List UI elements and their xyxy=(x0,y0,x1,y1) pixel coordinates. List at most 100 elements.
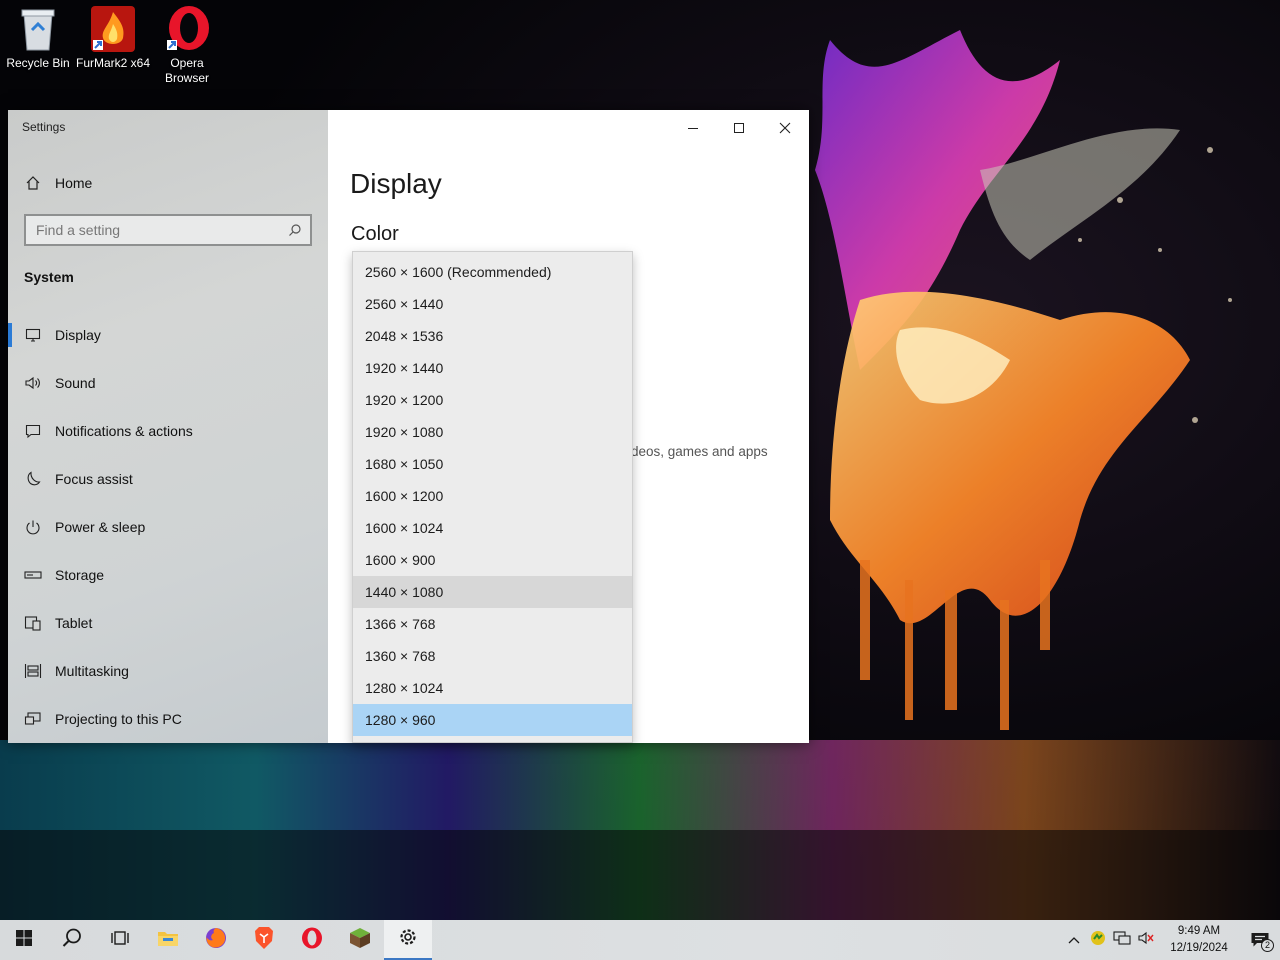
minecraft-icon xyxy=(348,926,372,955)
taskbar: 9:49 AM 12/19/2024 2 xyxy=(0,920,1280,960)
color-section-heading: Color xyxy=(351,223,399,245)
sidebar-item-label: Focus assist xyxy=(55,471,133,487)
resolution-option[interactable]: 2560 × 1440 xyxy=(353,288,632,320)
power-icon xyxy=(23,517,43,537)
sidebar-item-projecting[interactable]: Projecting to this PC xyxy=(8,699,328,739)
sidebar-item-multitasking[interactable]: Multitasking xyxy=(8,651,328,691)
window-title: Settings xyxy=(22,120,66,134)
desktop-icon-label: Recycle Bin xyxy=(6,56,70,70)
tray-app-icon xyxy=(1090,930,1106,951)
settings-taskbar-button[interactable] xyxy=(384,920,432,960)
desktop-icon-label: Opera Browser xyxy=(164,56,209,85)
search-icon xyxy=(288,223,302,240)
resolution-option[interactable]: 1360 × 768 xyxy=(353,640,632,672)
nav-home[interactable]: Home xyxy=(8,163,328,203)
resolution-option[interactable]: 1280 × 1024 xyxy=(353,672,632,704)
monitor-icon xyxy=(23,325,43,345)
sidebar-item-label: Storage xyxy=(55,567,105,583)
tablet-icon xyxy=(23,613,43,633)
notification-count-badge: 2 xyxy=(1260,939,1274,952)
resolution-option[interactable]: 1366 × 768 xyxy=(353,608,632,640)
close-button[interactable] xyxy=(762,114,808,146)
page-title: Display xyxy=(350,168,442,199)
desktop-icon-label: FurMark2 x64 xyxy=(75,56,151,70)
brave-icon xyxy=(253,926,275,955)
tray-app-button[interactable] xyxy=(1086,920,1110,960)
sidebar-item-notifications[interactable]: Notifications & actions xyxy=(8,411,328,451)
close-icon xyxy=(779,121,791,139)
opera-taskbar-button[interactable] xyxy=(288,920,336,960)
sidebar-item-label: Multitasking xyxy=(55,663,129,679)
firefox-icon xyxy=(204,926,228,955)
search-input[interactable]: Find a setting xyxy=(24,214,312,246)
task-view-button[interactable] xyxy=(96,920,144,960)
taskbar-search-button[interactable] xyxy=(48,920,96,960)
settings-gear-icon xyxy=(397,926,419,953)
notification-center-icon: 2 xyxy=(1250,931,1274,952)
show-hidden-icons-button[interactable] xyxy=(1062,920,1086,960)
resolution-option[interactable]: 1920 × 1080 xyxy=(353,416,632,448)
opera-icon xyxy=(163,4,211,54)
network-button[interactable] xyxy=(1110,920,1134,960)
sidebar-item-tablet[interactable]: Tablet xyxy=(8,603,328,643)
firefox-button[interactable] xyxy=(192,920,240,960)
file-explorer-button[interactable] xyxy=(144,920,192,960)
notification-icon xyxy=(23,421,43,441)
desktop-icon-recycle-bin[interactable]: Recycle Bin xyxy=(0,4,76,71)
volume-muted-icon xyxy=(1137,930,1155,951)
resolution-option[interactable]: 1600 × 1024 xyxy=(353,512,632,544)
sidebar-item-display[interactable]: Display xyxy=(8,315,328,355)
clock-date: 12/19/2024 xyxy=(1170,942,1228,954)
action-center-button[interactable]: 2 xyxy=(1240,920,1280,960)
opera-icon xyxy=(300,926,324,955)
nav-section-title: System xyxy=(24,269,74,285)
sidebar-item-sound[interactable]: Sound xyxy=(8,363,328,403)
furmark-icon xyxy=(89,4,137,54)
resolution-dropdown-list[interactable]: 2560 × 1600 (Recommended) 2560 × 1440 2048… xyxy=(352,251,633,743)
task-view-icon xyxy=(110,929,130,952)
nav-home-label: Home xyxy=(55,175,93,191)
sidebar-item-label: Power & sleep xyxy=(55,519,146,535)
sidebar-item-label: Sound xyxy=(55,375,96,391)
brave-button[interactable] xyxy=(240,920,288,960)
resolution-option[interactable]: 2048 × 1536 xyxy=(353,320,632,352)
projector-icon xyxy=(23,709,43,729)
settings-nav-pane: Settings Home Find a setting System Disp… xyxy=(8,110,328,743)
desktop-icon-opera[interactable]: Opera Browser xyxy=(149,4,225,86)
sidebar-item-focus-assist[interactable]: Focus assist xyxy=(8,459,328,499)
resolution-option[interactable]: 1920 × 1200 xyxy=(353,384,632,416)
sidebar-item-label: Notifications & actions xyxy=(55,423,193,439)
sidebar-item-label: Display xyxy=(55,327,101,343)
sidebar-item-power-sleep[interactable]: Power & sleep xyxy=(8,507,328,547)
resolution-option[interactable]: 1600 × 1200 xyxy=(353,480,632,512)
maximize-button[interactable] xyxy=(716,114,762,146)
desktop-icon-furmark[interactable]: FurMark2 x64 xyxy=(75,4,151,71)
taskbar-clock[interactable]: 9:49 AM 12/19/2024 xyxy=(1164,923,1234,957)
minecraft-button[interactable] xyxy=(336,920,384,960)
resolution-option[interactable]: 1600 × 900 xyxy=(353,544,632,576)
start-icon xyxy=(15,929,33,952)
start-button[interactable] xyxy=(0,920,48,960)
system-tray: 9:49 AM 12/19/2024 2 xyxy=(1062,920,1280,960)
sidebar-item-storage[interactable]: Storage xyxy=(8,555,328,595)
search-icon xyxy=(61,927,83,954)
moon-icon xyxy=(23,469,43,489)
settings-window: Settings Home Find a setting System Disp… xyxy=(8,110,809,743)
minimize-button[interactable] xyxy=(670,114,716,146)
sidebar-item-label: Tablet xyxy=(55,615,93,631)
resolution-option[interactable]: 1920 × 1440 xyxy=(353,352,632,384)
resolution-option[interactable]: 1280 × 960 xyxy=(353,704,632,736)
chevron-up-icon xyxy=(1068,931,1080,949)
maximize-icon xyxy=(733,121,745,139)
obscured-setting-description: deos, games and apps xyxy=(631,444,768,459)
file-explorer-icon xyxy=(157,929,179,952)
search-placeholder: Find a setting xyxy=(36,222,121,238)
home-icon xyxy=(23,173,43,193)
recycle-bin-icon xyxy=(14,4,62,54)
volume-button[interactable] xyxy=(1134,920,1158,960)
resolution-option[interactable]: 2560 × 1600 (Recommended) xyxy=(353,256,632,288)
multitasking-icon xyxy=(23,661,43,681)
resolution-option[interactable]: 1680 × 1050 xyxy=(353,448,632,480)
resolution-option[interactable]: 1440 × 1080 xyxy=(353,576,632,608)
minimize-icon xyxy=(687,121,699,139)
